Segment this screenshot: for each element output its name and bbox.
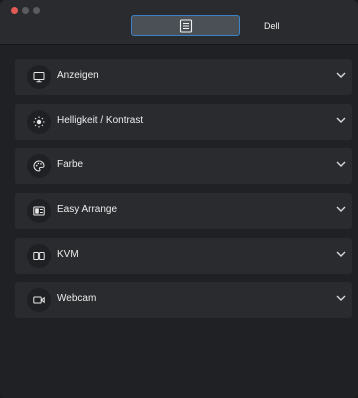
zoom-window-button[interactable] — [33, 7, 40, 14]
chevron-down-icon — [336, 72, 346, 78]
tab-document[interactable] — [131, 15, 240, 36]
minimize-window-button[interactable] — [22, 7, 29, 14]
section-anzeigen[interactable]: Anzeigen — [15, 59, 352, 95]
title-bar: Dell — [0, 0, 358, 45]
section-webcam[interactable]: Webcam — [15, 282, 352, 318]
chevron-down-icon — [336, 117, 346, 123]
monitor-icon — [27, 65, 51, 89]
section-label: Helligkeit / Kontrast — [57, 115, 144, 126]
section-label: Farbe — [57, 159, 84, 170]
section-label: Easy Arrange — [57, 204, 118, 215]
app-window: Dell Anzeigen Helligkeit / Kontrast Farb… — [0, 0, 358, 398]
chevron-down-icon — [336, 251, 346, 257]
layout-icon — [27, 199, 51, 223]
brightness-icon — [27, 110, 51, 134]
section-farbe[interactable]: Farbe — [15, 148, 352, 184]
chevron-down-icon — [336, 295, 346, 301]
close-window-button[interactable] — [11, 7, 18, 14]
section-label: Webcam — [57, 293, 97, 304]
section-helligkeit-kontrast[interactable]: Helligkeit / Kontrast — [15, 104, 352, 140]
document-icon — [179, 19, 193, 33]
section-kvm[interactable]: KVM — [15, 238, 352, 274]
monitor-name[interactable]: Dell — [264, 21, 280, 31]
chevron-down-icon — [336, 161, 346, 167]
section-label: KVM — [57, 249, 79, 260]
webcam-icon — [27, 288, 51, 312]
palette-icon — [27, 154, 51, 178]
section-label: Anzeigen — [57, 70, 99, 81]
section-easy-arrange[interactable]: Easy Arrange — [15, 193, 352, 229]
kvm-icon — [27, 244, 51, 268]
chevron-down-icon — [336, 206, 346, 212]
